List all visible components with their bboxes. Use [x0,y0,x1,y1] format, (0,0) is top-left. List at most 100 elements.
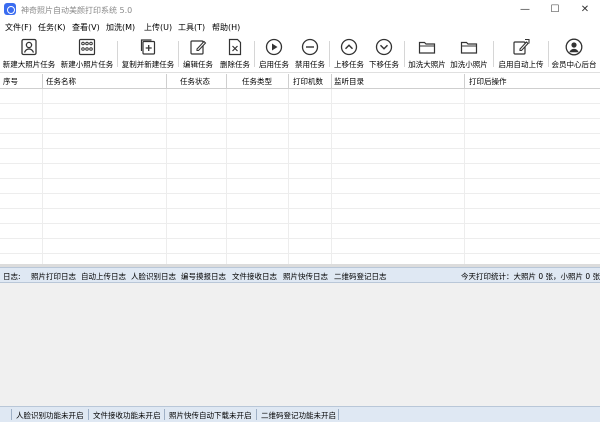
edit-task-button[interactable]: 编辑任务 [180,38,216,71]
delete-task-label: 删除任务 [220,60,250,69]
column-divider[interactable] [226,74,227,89]
column-divider[interactable] [42,74,43,89]
column-header-task-name[interactable]: 任务名称 [46,76,76,87]
photo-grid-icon [78,38,96,56]
log-label: 日志: [3,272,21,281]
status-separator [256,409,257,420]
status-separator [11,409,12,420]
grid-row-line [0,223,600,224]
log-tab-photo-print[interactable]: 照片打印日志 [31,271,76,282]
grid-row-line [0,133,600,134]
menu-bar: 文件(F) 任务(K) 查看(V) 加洗(M) 上传(U) 工具(T) 帮助(H… [0,20,600,35]
move-down-task-button[interactable]: 下移任务 [366,38,402,71]
log-tab-auto-upload[interactable]: 自动上传日志 [81,271,126,282]
toolbar-separator [178,41,179,67]
log-tab-qrcode-register[interactable]: 二维码登记日志 [334,271,387,282]
grid-row-line [0,118,600,119]
new-small-photo-task-button[interactable]: 新建小照片任务 [58,38,116,71]
status-separator [164,409,165,420]
move-up-task-label: 上移任务 [334,60,364,69]
status-separator [88,409,89,420]
log-tab-number-report[interactable]: 编号摸报日志 [181,271,226,282]
toolbar-separator [117,41,118,67]
toolbar-separator [329,41,330,67]
new-small-photo-task-label: 新建小照片任务 [60,60,114,69]
column-header-task-status[interactable]: 任务状态 [180,76,210,87]
log-tab-bar: 日志: 照片打印日志 自动上传日志 人脸识别日志 编号摸报日志 文件接收日志 照… [0,267,600,283]
column-header-task-type[interactable]: 任务类型 [242,76,272,87]
menu-help[interactable]: 帮助(H) [212,22,240,33]
print-stats: 今天打印统计：大照片 0 张，小照片 0 张 [461,272,600,281]
menu-reprint[interactable]: 加洗(M) [106,22,135,33]
disable-task-label: 禁用任务 [295,60,325,69]
toolbar: 新建大照片任务 新建小照片任务 复制并新建任务 编辑任务 删除任务 启用任务 禁… [0,35,600,73]
column-divider[interactable] [166,74,167,89]
disable-task-button[interactable]: 禁用任务 [292,38,328,71]
copy-add-icon [140,39,156,55]
status-face-recognition: 人脸识别功能未开启 [16,411,84,420]
reprint-large-photo-button[interactable]: 加洗大照片 [406,38,448,71]
title-bar: 神奇照片自动美颜打印系统 5.0 — ☐ ✕ [0,0,600,20]
grid-row-line [0,103,600,104]
column-header-post-print-action[interactable]: 打印后操作 [469,76,507,87]
status-qrcode-register: 二维码登记功能未开启 [261,411,336,420]
edit-task-label: 编辑任务 [183,60,213,69]
menu-file[interactable]: 文件(F) [5,22,32,33]
menu-task[interactable]: 任务(K) [38,22,66,33]
minus-circle-icon [301,38,319,56]
copy-new-task-button[interactable]: 复制并新建任务 [119,38,177,71]
upload-edit-icon [513,38,530,55]
enable-task-button[interactable]: 启用任务 [256,38,292,71]
task-grid-body[interactable] [0,89,600,264]
member-center-label: 会员中心后台 [551,60,597,69]
log-tab-face-recognition[interactable]: 人脸识别日志 [131,271,176,282]
menu-view[interactable]: 查看(V) [72,22,100,33]
grid-row-line [0,163,600,164]
log-content-area[interactable] [0,283,600,406]
column-divider[interactable] [288,74,289,89]
portrait-icon [21,38,37,56]
grid-row-line [0,208,600,209]
task-grid-header: 序号 任务名称 任务状态 任务类型 打印机数 监听目录 打印后操作 [0,74,600,89]
new-large-photo-task-label: 新建大照片任务 [2,60,56,69]
column-divider[interactable] [331,74,332,89]
enable-auto-upload-label: 启用自动上传 [498,60,544,69]
enable-task-label: 启用任务 [259,60,289,69]
enable-auto-upload-button[interactable]: 启用自动上传 [495,38,547,71]
grid-row-line [0,253,600,254]
grid-row-line [0,193,600,194]
toolbar-separator [493,41,494,67]
minimize-button[interactable]: — [510,0,540,20]
grid-row-line [0,238,600,239]
menu-upload[interactable]: 上传(U) [144,22,172,33]
toolbar-separator [404,41,405,67]
move-down-task-label: 下移任务 [369,60,399,69]
toolbar-separator [254,41,255,67]
folder-icon [418,41,436,54]
window-title: 神奇照片自动美颜打印系统 5.0 [21,6,133,15]
close-button[interactable]: ✕ [570,0,600,20]
column-header-watch-directory[interactable]: 监听目录 [334,76,364,87]
new-large-photo-task-button[interactable]: 新建大照片任务 [1,38,57,71]
delete-document-icon [228,38,242,56]
move-up-task-button[interactable]: 上移任务 [331,38,367,71]
reprint-large-photo-label: 加洗大照片 [408,60,446,69]
column-header-index[interactable]: 序号 [3,76,18,87]
reprint-small-photo-button[interactable]: 加洗小照片 [448,38,490,71]
grid-row-line [0,148,600,149]
column-divider[interactable] [464,74,465,89]
status-file-receive: 文件接收功能未开启 [93,411,161,420]
maximize-button[interactable]: ☐ [540,0,570,20]
delete-task-button[interactable]: 删除任务 [217,38,253,71]
member-center-button[interactable]: 会员中心后台 [549,38,599,71]
log-tab-file-receive[interactable]: 文件接收日志 [232,271,277,282]
edit-pencil-icon [190,40,207,55]
log-tab-photo-transfer[interactable]: 照片快传日志 [283,271,328,282]
app-logo-icon [4,3,16,15]
user-avatar-icon [565,38,583,56]
chevron-up-icon [340,38,358,56]
play-icon [265,38,283,56]
column-header-printer-count[interactable]: 打印机数 [293,76,323,87]
folder-icon [460,41,478,54]
menu-tools[interactable]: 工具(T) [178,22,205,33]
